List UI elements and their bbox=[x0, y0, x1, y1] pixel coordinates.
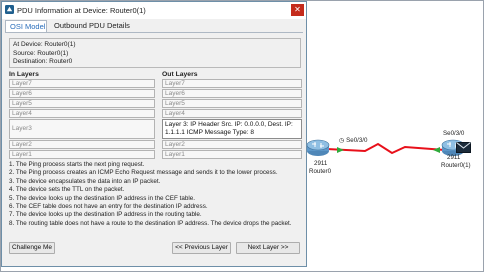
step-item: 6. The CEF table does not have an entry … bbox=[9, 203, 208, 211]
router0-port-label: ◷ Se0/3/0 bbox=[339, 137, 368, 144]
in-layer-2[interactable]: Layer2 bbox=[9, 140, 155, 149]
step-item: 7. The device looks up the destination I… bbox=[9, 211, 202, 219]
in-layer-5[interactable]: Layer5 bbox=[9, 99, 155, 108]
pdu-info-dialog: PDU Information at Device: Router0(1) ✕ … bbox=[1, 1, 307, 267]
clock-icon: ◷ bbox=[339, 137, 345, 144]
close-button[interactable]: ✕ bbox=[291, 4, 304, 16]
out-layer-7[interactable]: Layer7 bbox=[162, 79, 302, 88]
process-steps-list: 1. The Ping process starts the next ping… bbox=[9, 161, 305, 228]
out-layers-heading: Out Layers bbox=[162, 71, 198, 78]
step-item: 3. The device encapsulates the data into… bbox=[9, 177, 161, 185]
packet-tracer-icon bbox=[5, 5, 14, 14]
device-info-box: At Device: Router0(1) Source: Router0(1)… bbox=[9, 38, 301, 68]
router1-name: Router0(1) bbox=[441, 162, 471, 169]
envelope-icon[interactable] bbox=[456, 142, 471, 153]
router0-icon[interactable] bbox=[306, 138, 330, 158]
out-layer-5[interactable]: Layer5 bbox=[162, 99, 302, 108]
out-layer-3-selected[interactable]: Layer 3: IP Header Src. IP: 0.0.0.0, Des… bbox=[162, 119, 302, 139]
osi-model-panel: At Device: Router0(1) Source: Router0(1)… bbox=[6, 33, 304, 266]
in-layer-3[interactable]: Layer3 bbox=[9, 119, 155, 139]
step-item: 5. The device looks up the destination I… bbox=[9, 194, 195, 202]
router1-port-label: Se0/3/0 bbox=[443, 130, 465, 137]
challenge-me-button[interactable]: Challenge Me bbox=[9, 242, 55, 254]
out-layer-4[interactable]: Layer4 bbox=[162, 109, 302, 118]
in-layer-7[interactable]: Layer7 bbox=[9, 79, 155, 88]
out-layer-2[interactable]: Layer2 bbox=[162, 140, 302, 149]
source-text: Source: Router0(1) bbox=[13, 49, 69, 57]
previous-layer-button[interactable]: << Previous Layer bbox=[172, 242, 231, 254]
dialog-titlebar[interactable]: PDU Information at Device: Router0(1) ✕ bbox=[2, 2, 306, 19]
router1-model: 2911 bbox=[447, 154, 461, 161]
dialog-title: PDU Information at Device: Router0(1) bbox=[17, 6, 146, 15]
step-item: 2. The Ping process creates an ICMP Echo… bbox=[9, 169, 278, 177]
router0-name: Router0 bbox=[309, 168, 332, 175]
at-device-text: At Device: Router0(1) bbox=[13, 41, 76, 48]
step-item: 8. The routing table does not have a rou… bbox=[9, 219, 292, 227]
in-layer-4[interactable]: Layer4 bbox=[9, 109, 155, 118]
in-layer-6[interactable]: Layer6 bbox=[9, 89, 155, 98]
in-layers-heading: In Layers bbox=[9, 71, 39, 78]
step-item: 1. The Ping process starts the next ping… bbox=[9, 161, 145, 168]
out-layer-6[interactable]: Layer6 bbox=[162, 89, 302, 98]
link-status-right-icon bbox=[433, 147, 440, 153]
close-icon: ✕ bbox=[294, 5, 301, 14]
router0-model: 2911 bbox=[314, 160, 328, 167]
out-layer-1[interactable]: Layer1 bbox=[162, 150, 302, 159]
link-status-left-icon bbox=[337, 147, 344, 153]
destination-text: Destination: Router0 bbox=[13, 58, 73, 65]
next-layer-button[interactable]: Next Layer >> bbox=[236, 242, 300, 254]
serial-link-line bbox=[326, 142, 446, 155]
step-item: 4. The device sets the TTL on the packet… bbox=[9, 186, 125, 194]
in-layer-1[interactable]: Layer1 bbox=[9, 150, 155, 159]
